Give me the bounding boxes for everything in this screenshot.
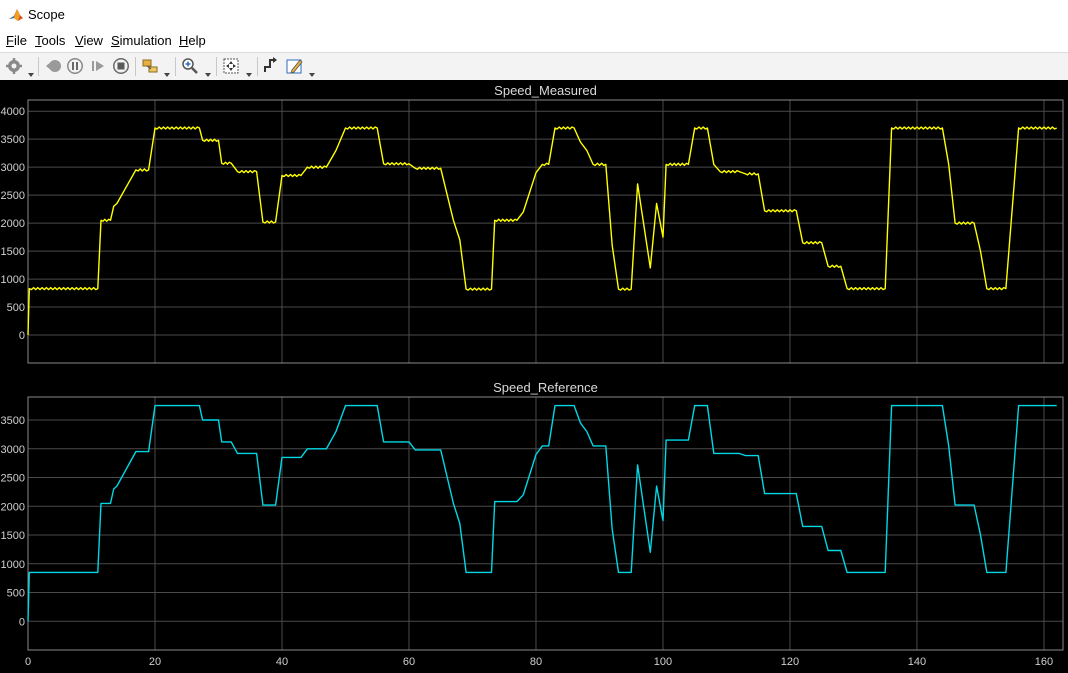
grid (27, 100, 1063, 363)
x-tick-label: 160 (1035, 656, 1053, 668)
y-tick-label: 3000 (1, 162, 25, 174)
trigger-icon[interactable] (262, 57, 280, 75)
y-tick-label: 1500 (1, 530, 25, 542)
toolbar-separator (257, 57, 258, 76)
x-tick-label: 100 (654, 656, 672, 668)
y-tick-label: 500 (7, 302, 25, 314)
window-title: Scope (28, 7, 65, 22)
gear-icon[interactable] (5, 57, 23, 75)
write-dropdown-icon[interactable] (309, 64, 315, 77)
y-tick-label: 3500 (1, 134, 25, 146)
zoom-in-icon[interactable] (181, 57, 199, 75)
y-tick-label: 1000 (1, 274, 25, 286)
y-tick-label: 1500 (1, 246, 25, 258)
y-tick-label: 0 (19, 330, 25, 342)
plot-area[interactable]: 0 500 1000 1500 2000 2500 3000 3500 4000 Speed_Me… (0, 80, 1068, 673)
y-tick-label: 4000 (1, 106, 25, 118)
menu-simulation[interactable]: Simulation (111, 33, 172, 48)
scope-plots[interactable]: 05001000150020002500300035004000Speed_Me… (0, 80, 1068, 673)
y-tick-label: 2000 (1, 218, 25, 230)
plot-title: Speed_Reference (493, 380, 598, 395)
x-tick-label: 60 (403, 656, 415, 668)
x-tick-label: 40 (276, 656, 288, 668)
write-data-icon[interactable] (286, 57, 304, 75)
y-tick-label: 2500 (1, 473, 25, 485)
menu-view[interactable]: View (75, 33, 103, 48)
y-tick-label: 3000 (1, 444, 25, 456)
plot-title: Speed_Measured (494, 83, 597, 98)
toolbar-separator (216, 57, 217, 76)
gear-dropdown-icon[interactable] (28, 64, 34, 77)
menu-bar: File Tools View Simulation Help (0, 30, 1068, 52)
series-line (27, 404, 1057, 622)
stop-icon[interactable] (112, 57, 130, 75)
menu-tools[interactable]: Tools (35, 33, 65, 48)
matlab-logo-icon (8, 7, 24, 23)
zoom-dropdown-icon[interactable] (205, 64, 211, 77)
y-tick-label: 500 (7, 588, 25, 600)
title-bar: Scope (0, 0, 1068, 30)
step-back-icon[interactable] (44, 57, 62, 75)
y-tick-label: 2000 (1, 501, 25, 513)
toolbar-separator (135, 57, 136, 76)
menu-file[interactable]: File (6, 33, 27, 48)
axes-box (27, 396, 1064, 651)
x-tick-label: 80 (530, 656, 542, 668)
y-tick-label: 3500 (1, 415, 25, 427)
fit-dropdown-icon[interactable] (246, 64, 252, 77)
x-tick-label: 0 (25, 656, 31, 668)
pause-icon[interactable] (66, 57, 84, 75)
menu-help[interactable]: Help (179, 33, 206, 48)
x-tick-label: 20 (149, 656, 161, 668)
step-forward-icon[interactable] (89, 57, 107, 75)
plot-speed-measured[interactable]: 0 500 1000 1500 2000 2500 3000 3500 4000 Speed_Me… (1, 83, 1064, 364)
highlight-dropdown-icon[interactable] (164, 64, 170, 77)
x-tick-label: 120 (781, 656, 799, 668)
plot-speed-reference[interactable]: 0 500 1000 1500 2000 2500 3000 3500 0 20 40 60 80 100… (1, 380, 1064, 668)
zoom-to-fit-icon[interactable] (222, 57, 240, 75)
toolbar (0, 52, 1068, 81)
grid (27, 397, 1063, 650)
highlight-block-icon[interactable] (141, 57, 159, 75)
y-tick-label: 1000 (1, 559, 25, 571)
toolbar-separator (175, 57, 176, 76)
toolbar-separator (38, 57, 39, 76)
series-line (27, 126, 1057, 336)
x-tick-label: 140 (908, 656, 926, 668)
y-tick-label: 2500 (1, 190, 25, 202)
y-tick-label: 0 (19, 616, 25, 628)
